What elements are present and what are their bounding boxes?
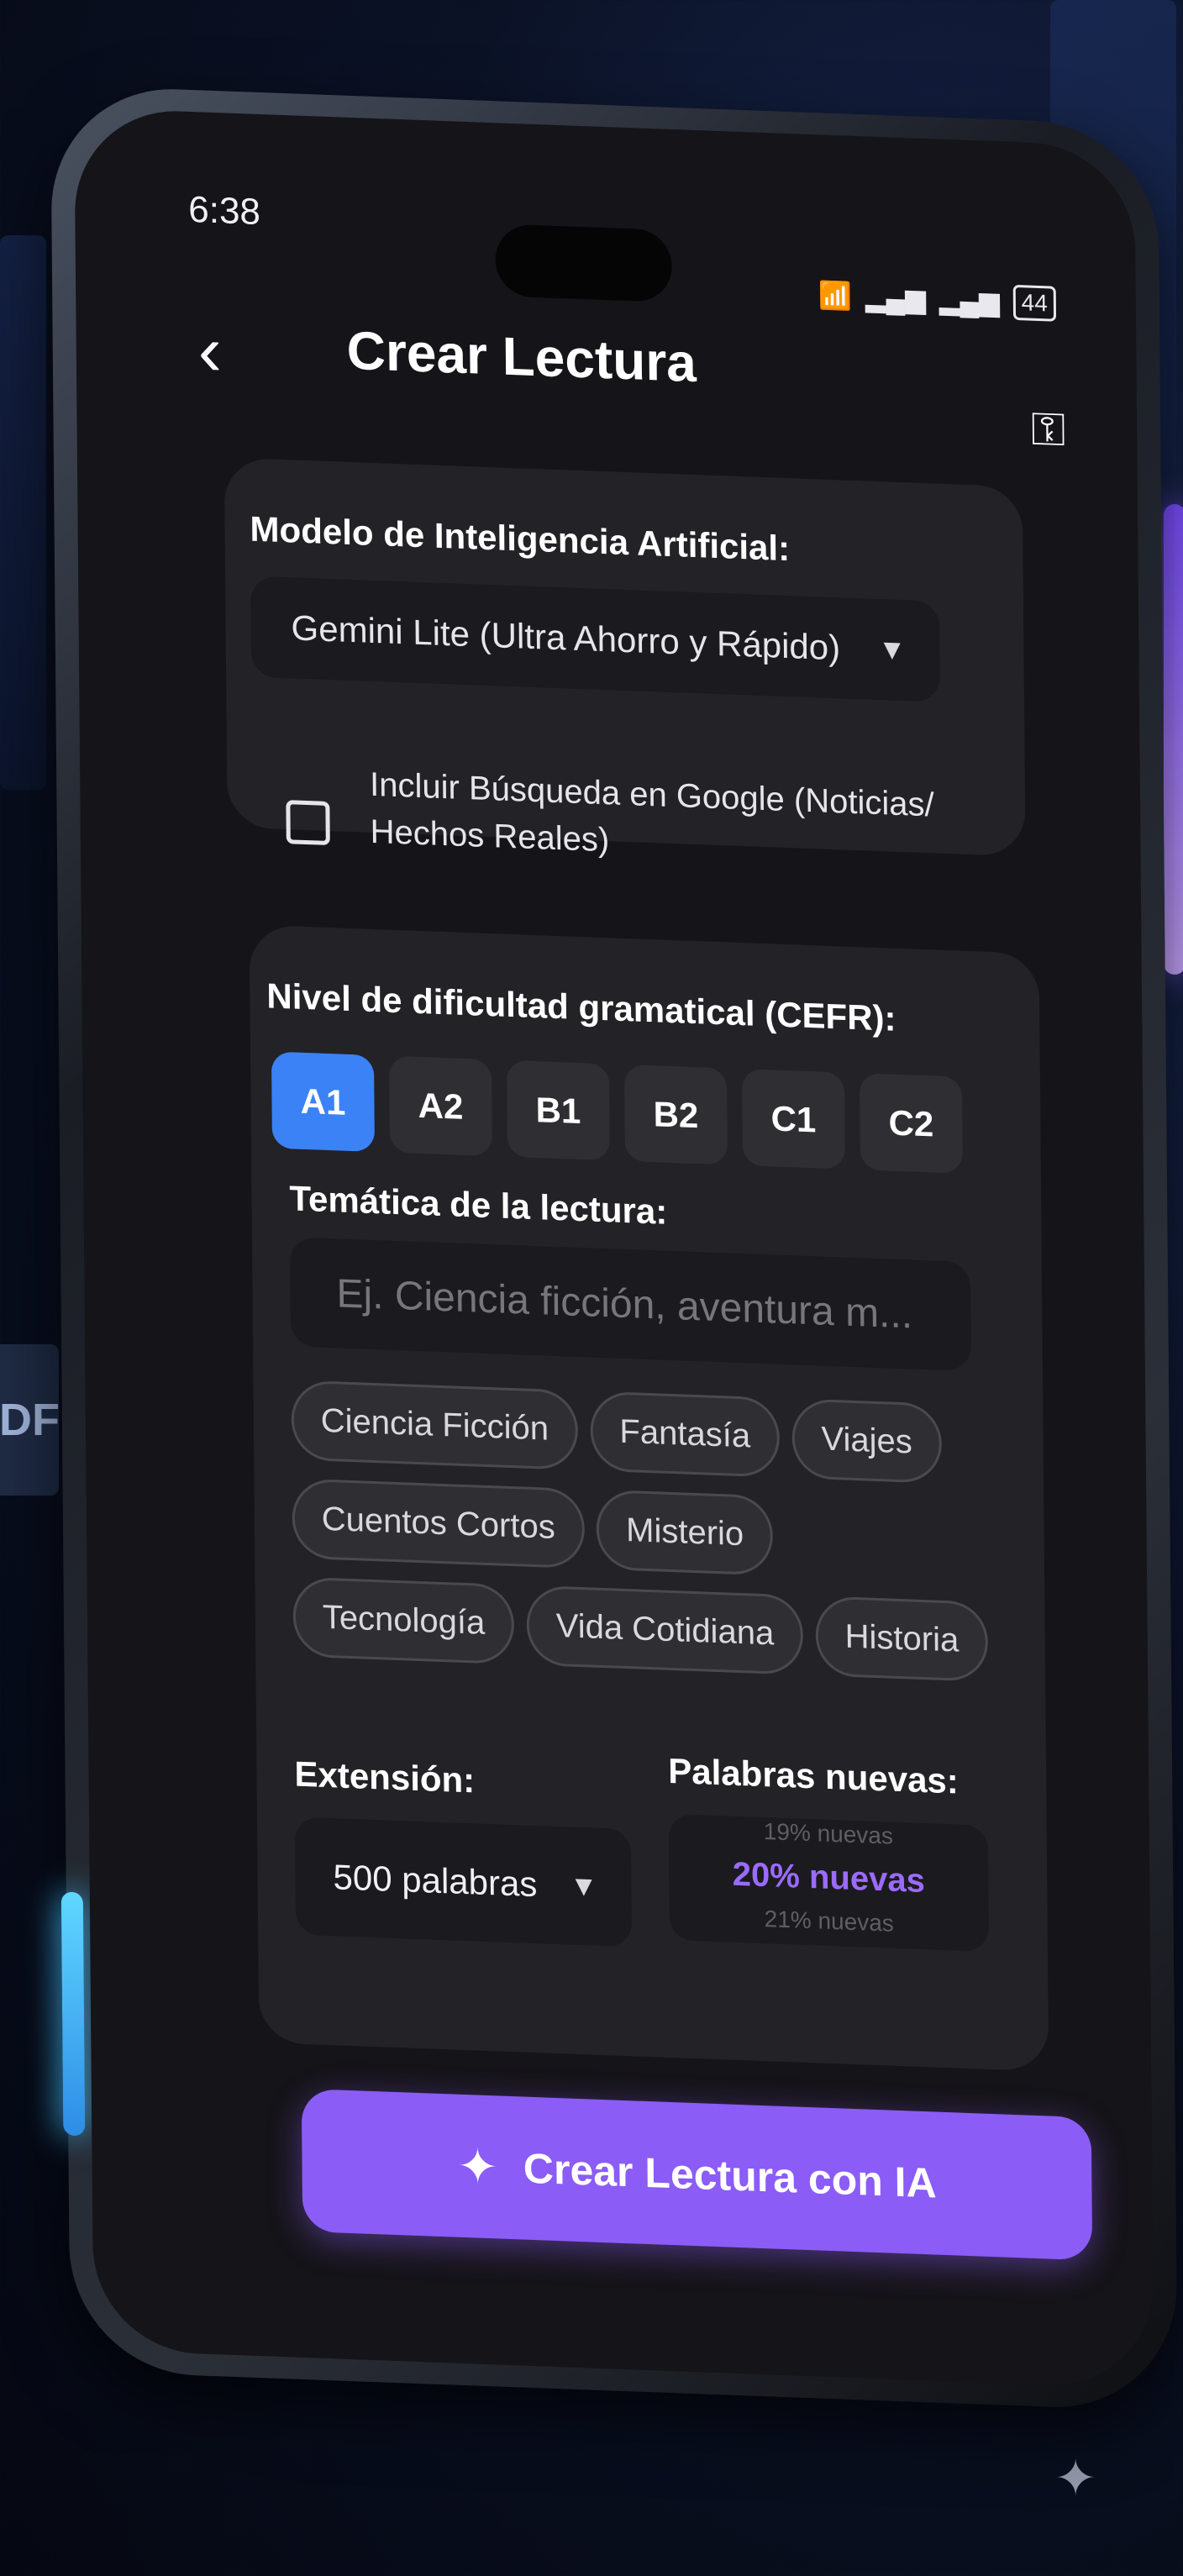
tag-historia[interactable]: Historia <box>815 1596 989 1682</box>
phone-screen: 6:38 📶 ▂▄▆ ▂▄▆ 44 ‹ Crear Lectura ⚿ Mode… <box>74 107 1154 2389</box>
new-words-picker[interactable]: 19% nuevas 20% nuevas 21% nuevas <box>668 1813 990 1952</box>
tag-tecnologia[interactable]: Tecnología <box>292 1576 515 1665</box>
camera-notch <box>495 223 673 302</box>
tag-cuentos-cortos[interactable]: Cuentos Cortos <box>292 1478 586 1569</box>
battery-icon: 44 <box>1012 284 1057 322</box>
model-select-value: Gemini Lite (Ultra Ahorro y Rápido) <box>291 607 841 668</box>
create-reading-button-label: Crear Lectura con IA <box>523 2144 937 2207</box>
chevron-down-icon: ▼ <box>877 633 907 666</box>
extension-select[interactable]: 500 palabras ▼ <box>294 1816 633 1948</box>
cefr-level-b1[interactable]: B1 <box>506 1059 610 1161</box>
wifi-icon: 📶 <box>818 280 853 312</box>
theme-input[interactable]: Ej. Ciencia ficción, aventura m... <box>289 1237 971 1372</box>
tag-vida-cotidiana[interactable]: Vida Cotidiana <box>526 1585 804 1675</box>
background-purple-glow <box>1164 504 1183 975</box>
tag-fantasia[interactable]: Fantasía <box>590 1391 781 1478</box>
cefr-level-row: A1 A2 B1 B2 C1 C2 <box>271 1051 963 1174</box>
search-checkbox-label[interactable]: Incluir Búsqueda en Google (Noticias/ He… <box>370 761 959 877</box>
key-icon[interactable]: ⚿ <box>1031 403 1066 458</box>
model-label: Modelo de Inteligencia Artificial: <box>250 508 791 569</box>
back-icon[interactable]: ‹ <box>197 309 222 392</box>
signal-icon-2: ▂▄▆ <box>939 284 1000 318</box>
status-time: 6:38 <box>188 188 261 234</box>
tag-misterio[interactable]: Misterio <box>596 1489 774 1576</box>
page-title: Crear Lectura <box>346 319 697 394</box>
search-checkbox[interactable] <box>286 800 330 846</box>
model-card: Modelo de Inteligencia Artificial: Gemin… <box>223 457 1026 859</box>
extension-value: 500 palabras <box>333 1857 538 1905</box>
cefr-level-a2[interactable]: A2 <box>388 1055 492 1157</box>
cefr-level-c2[interactable]: C2 <box>859 1073 963 1174</box>
tag-ciencia-ficcion[interactable]: Ciencia Ficción <box>291 1380 579 1470</box>
cefr-level-a1[interactable]: A1 <box>271 1051 375 1153</box>
chevron-down-icon: ▼ <box>569 1869 598 1903</box>
background-panel-left <box>0 235 46 790</box>
phone-side-light <box>60 1891 86 2137</box>
model-select[interactable]: Gemini Lite (Ultra Ahorro y Rápido) ▼ <box>250 576 941 702</box>
phone-frame: 6:38 📶 ▂▄▆ ▂▄▆ 44 ‹ Crear Lectura ⚿ Mode… <box>50 84 1178 2412</box>
create-reading-button[interactable]: ✦ Crear Lectura con IA <box>301 2088 1093 2261</box>
theme-tags: Ciencia Ficción Fantasía Viajes Cuentos … <box>291 1380 1007 1701</box>
signal-icon: ▂▄▆ <box>865 281 926 315</box>
cefr-level-c1[interactable]: C1 <box>741 1069 845 1170</box>
background-pdf-badge: DF <box>0 1344 60 1496</box>
tag-viajes[interactable]: Viajes <box>791 1398 943 1484</box>
sparkle-icon: ✦ <box>456 2138 499 2195</box>
extension-label: Extensión: <box>294 1753 476 1801</box>
theme-label: Temática de la lectura: <box>289 1178 668 1232</box>
corner-sparkle-icon: ✦ <box>1054 2450 1097 2506</box>
status-icons: 📶 ▂▄▆ ▂▄▆ 44 <box>818 277 1057 322</box>
config-card: Nivel de dificultad gramatical (CEFR): A… <box>249 924 1049 2072</box>
cefr-label: Nivel de dificultad gramatical (CEFR): <box>266 975 896 1038</box>
new-words-label: Palabras nuevas: <box>668 1750 959 1801</box>
cefr-level-b2[interactable]: B2 <box>623 1064 728 1165</box>
